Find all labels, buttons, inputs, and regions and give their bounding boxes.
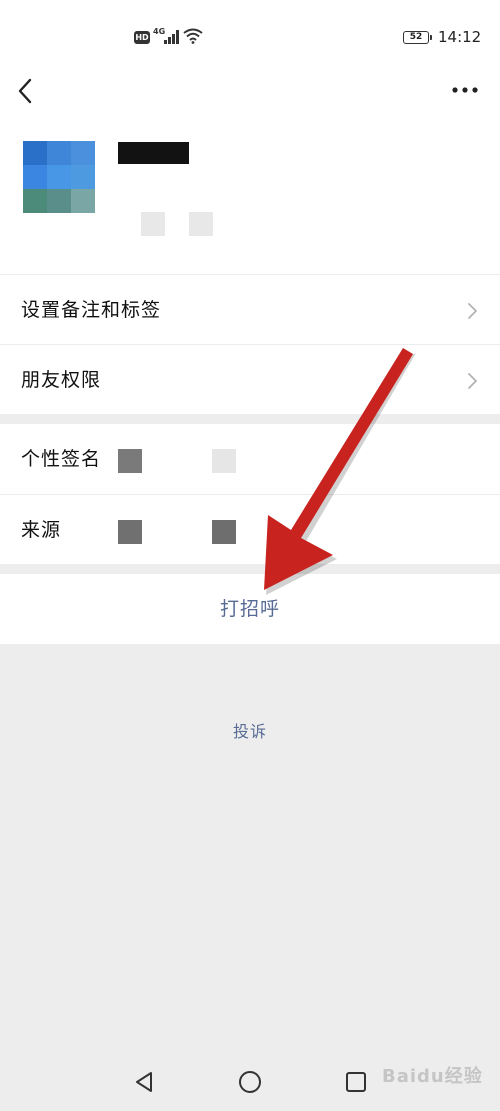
- avatar[interactable]: [23, 141, 95, 213]
- set-remark-row[interactable]: 设置备注和标签: [0, 274, 500, 344]
- greet-button[interactable]: 打招呼: [0, 574, 500, 644]
- more-dots-icon[interactable]: [450, 82, 480, 98]
- hd-indicator: HD: [134, 31, 150, 44]
- redacted-signature-1: [118, 449, 142, 473]
- watermark: Baidu经验: [382, 1066, 483, 1087]
- source-label: 来源: [21, 519, 62, 541]
- wifi-icon: [183, 28, 203, 44]
- recents-square-icon[interactable]: [344, 1070, 368, 1094]
- redacted-signature-2: [212, 449, 236, 473]
- set-remark-label: 设置备注和标签: [21, 299, 162, 321]
- complaint-link[interactable]: 投诉: [0, 718, 500, 742]
- signature-row: 个性签名: [0, 424, 500, 494]
- back-triangle-icon[interactable]: [132, 1070, 156, 1094]
- greet-row[interactable]: 打招呼: [0, 574, 500, 644]
- chevron-right-icon: [468, 303, 477, 319]
- signal-icon: [164, 30, 180, 44]
- nav-bar: [0, 70, 500, 120]
- redacted-info-2: [189, 212, 213, 236]
- home-circle-icon[interactable]: [238, 1070, 262, 1094]
- clock: 14:12: [438, 28, 482, 46]
- redacted-source-2: [212, 520, 236, 544]
- status-bar: HD 4G 52 14:12: [0, 0, 500, 70]
- back-chevron-icon[interactable]: [14, 74, 40, 108]
- redacted-info-1: [141, 212, 165, 236]
- source-row: 来源: [0, 494, 500, 564]
- friend-permission-label: 朋友权限: [21, 369, 102, 391]
- redacted-nickname: [118, 142, 189, 164]
- signature-label: 个性签名: [21, 448, 102, 470]
- profile-header: [0, 120, 500, 274]
- chevron-right-icon: [468, 373, 477, 389]
- friend-permission-row[interactable]: 朋友权限: [0, 344, 500, 414]
- battery-icon: 52: [403, 31, 432, 44]
- redacted-source-1: [118, 520, 142, 544]
